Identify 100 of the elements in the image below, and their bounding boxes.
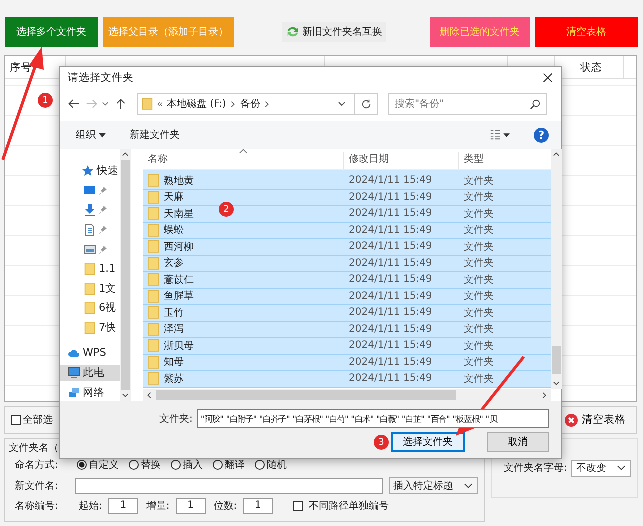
arrow-left-icon[interactable] <box>147 392 152 398</box>
network-icon <box>68 386 80 399</box>
scrollbar[interactable] <box>551 149 562 389</box>
nav-item[interactable]: 7快 <box>60 320 120 336</box>
file-row[interactable]: 知母 2024/1/11 15:49 文件夹 <box>143 354 551 371</box>
field-label: 增量: <box>146 500 170 512</box>
file-row[interactable]: 薏苡仁 2024/1/11 15:49 文件夹 <box>143 272 551 288</box>
checkbox-label: 全部选 <box>23 414 53 427</box>
scrollbar[interactable] <box>143 389 551 401</box>
checkbox[interactable] <box>11 415 21 425</box>
folder-icon <box>148 273 159 286</box>
swap-icon <box>286 26 300 38</box>
search-field[interactable]: 搜索"备份" <box>388 93 547 115</box>
nav-item[interactable]: 此电 <box>60 364 120 382</box>
radio-option[interactable]: 随机 <box>255 458 287 472</box>
folder-icon <box>148 322 159 336</box>
nav-item[interactable]: 1文 <box>60 280 120 298</box>
swap-button[interactable]: 新旧文件夹名互换 <box>282 22 386 42</box>
organize-menu[interactable]: 组织 <box>76 128 106 142</box>
group-title: 文件夹名（ <box>9 442 59 454</box>
nav-item[interactable]: 6视 <box>60 300 120 317</box>
view-options-icon[interactable] <box>490 130 510 140</box>
clear-table-button[interactable]: 清空表格 <box>561 413 630 427</box>
input-field[interactable] <box>75 478 383 494</box>
folder-icon <box>148 256 159 270</box>
file-row[interactable]: 浙贝母 2024/1/11 15:49 文件夹 <box>143 338 551 354</box>
column-header[interactable]: 修改日期 <box>344 152 459 169</box>
folder-icon <box>84 302 96 314</box>
pin-icon <box>99 246 107 254</box>
pin-icon <box>99 206 107 214</box>
folder-icon <box>148 356 159 369</box>
help-button[interactable]: ? <box>534 128 549 142</box>
field-label: 新文件名: <box>15 480 60 492</box>
file-row[interactable]: 玉竹 2024/1/11 15:49 文件夹 <box>143 305 551 322</box>
up-icon[interactable] <box>115 98 127 110</box>
caret-icon[interactable] <box>102 101 109 107</box>
sort-icon <box>239 149 248 154</box>
download-icon <box>84 204 96 216</box>
dialog-button[interactable]: 选择文件夹 <box>391 432 465 452</box>
arrow-down-icon[interactable] <box>122 393 129 398</box>
input-field[interactable]: "阿胶" "白附子" "白芥子" "白茅根" "白芍" "白术" "白薇" "白芷" "百合" "板蓝根" "贝 <box>196 409 549 428</box>
field-label: 文件夹: <box>158 412 193 426</box>
file-row[interactable]: 西河柳 2024/1/11 15:49 文件夹 <box>143 239 551 256</box>
folder-icon <box>148 372 159 386</box>
file-row[interactable]: 紫苏 2024/1/11 15:49 文件夹 <box>143 371 551 388</box>
breadcrumb[interactable]: 本地磁盘 (F:) <box>167 97 226 111</box>
checkbox[interactable] <box>293 500 304 510</box>
back-icon[interactable] <box>68 98 80 110</box>
checkbox-label: 不同路径单独编号 <box>309 500 390 512</box>
nav-item[interactable]: 1.1 <box>60 260 120 278</box>
dropdown[interactable]: 插入特定标题 <box>388 477 478 494</box>
scrollbar[interactable] <box>120 149 131 401</box>
radio-option[interactable]: 翻译 <box>213 458 245 472</box>
new-folder-button[interactable]: 新建文件夹 <box>130 128 180 142</box>
nav-item[interactable]: 快速 <box>60 163 120 180</box>
arrow-right-icon[interactable] <box>542 392 547 398</box>
scroll-thumb[interactable] <box>121 160 130 390</box>
file-row[interactable]: 鱼腥草 2024/1/11 15:49 文件夹 <box>143 288 551 305</box>
file-row[interactable]: 蜈蚣 2024/1/11 15:49 文件夹 <box>143 222 551 239</box>
star-icon <box>82 165 94 178</box>
column-header[interactable]: 名称 <box>143 152 344 169</box>
scroll-thumb[interactable] <box>156 390 456 400</box>
arrow-up-icon[interactable] <box>553 152 560 157</box>
folder-icon <box>142 97 153 111</box>
field-label: 位数: <box>214 500 238 512</box>
file-row[interactable]: 熟地黄 2024/1/11 15:49 文件夹 <box>143 173 551 190</box>
nav-item[interactable]: 网络 <box>60 384 120 401</box>
column-header[interactable]: 类型 <box>459 152 551 169</box>
radio-option[interactable]: 替换 <box>129 458 161 472</box>
input-field[interactable]: 1 <box>176 498 206 514</box>
close-icon[interactable] <box>543 73 553 83</box>
caret-icon[interactable] <box>338 101 346 107</box>
close-icon <box>565 414 578 426</box>
field-label: 名称编号: <box>15 500 60 512</box>
dropdown[interactable]: 不改变 <box>571 460 632 476</box>
desktop-icon <box>84 184 96 197</box>
scroll-thumb[interactable] <box>552 346 561 374</box>
breadcrumb[interactable]: 备份 <box>240 97 260 111</box>
radio-option[interactable]: 自定义 <box>77 458 119 472</box>
file-row[interactable]: 玄参 2024/1/11 15:49 文件夹 <box>143 256 551 272</box>
cloud-icon <box>68 347 80 360</box>
image-icon <box>84 244 96 256</box>
nav-item[interactable]: WPS <box>60 345 120 362</box>
input-field[interactable]: 1 <box>108 498 138 514</box>
input-field[interactable]: 1 <box>243 498 274 514</box>
file-row[interactable]: 天麻 2024/1/11 15:49 文件夹 <box>143 190 551 206</box>
folder-icon <box>148 190 159 204</box>
caret-icon <box>617 465 626 471</box>
address-bar[interactable]: 本地磁盘 (F:) 备份 <box>137 93 378 115</box>
dialog-button[interactable]: 取消 <box>487 432 549 452</box>
dialog-title: 请选择文件夹 <box>68 71 134 85</box>
chevron-icon <box>264 100 270 108</box>
file-row[interactable]: 泽泻 2024/1/11 15:49 文件夹 <box>143 322 551 338</box>
arrow-down-icon[interactable] <box>553 381 560 386</box>
caret-icon <box>99 132 106 138</box>
radio-option[interactable]: 插入 <box>171 458 203 472</box>
caret-icon <box>464 482 474 488</box>
field-label: 起始: <box>79 500 102 512</box>
arrow-up-icon[interactable] <box>122 152 129 157</box>
toolbar-button[interactable]: 选择多个文件夹 <box>5 17 98 47</box>
